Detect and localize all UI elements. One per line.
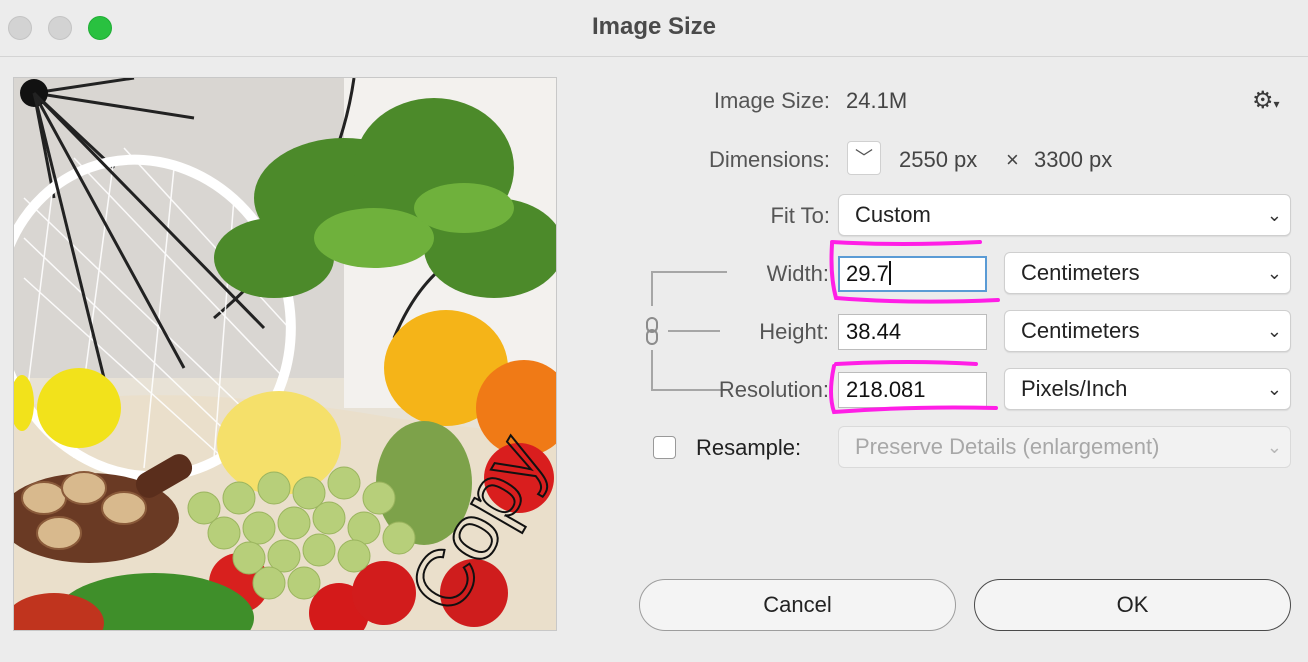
text-caret <box>888 261 891 285</box>
cancel-button[interactable]: Cancel <box>639 579 956 631</box>
width-value: 29.7 <box>846 261 889 286</box>
width-unit-value: Centimeters <box>1021 260 1140 285</box>
width-unit-select[interactable]: Centimeters ⌄ <box>1004 252 1291 294</box>
title-bar: Image Size <box>0 0 1308 57</box>
chevron-down-icon: ⌄ <box>1266 205 1282 225</box>
chevron-down-icon: ⌄ <box>1266 437 1282 457</box>
fit-to-label: Fit To: <box>770 203 830 228</box>
dimensions-width: 2550 px <box>899 147 978 172</box>
dimensions-times: × <box>1006 147 1019 172</box>
height-label: Height: <box>759 319 829 344</box>
fit-to-select[interactable]: Custom ⌄ <box>838 194 1291 236</box>
resample-checkbox[interactable] <box>653 436 676 459</box>
image-preview[interactable]: Copy <box>13 77 557 631</box>
chevron-down-icon: ⌄ <box>1266 263 1282 283</box>
gear-icon[interactable]: ⚙▾ <box>1252 86 1280 115</box>
resolution-value: 218.081 <box>846 377 926 402</box>
width-input[interactable]: 29.7 <box>838 256 987 292</box>
chevron-down-icon: ⌄ <box>1266 321 1282 341</box>
image-size-label: Image Size: <box>713 88 830 113</box>
resolution-label: Resolution: <box>718 377 829 402</box>
height-unit-value: Centimeters <box>1021 318 1140 343</box>
resample-label: Resample: <box>696 435 802 460</box>
height-value: 38.44 <box>846 319 902 344</box>
width-label: Width: <box>766 261 829 286</box>
resolution-unit-select[interactable]: Pixels/Inch ⌄ <box>1004 368 1291 410</box>
dimensions-height: 3300 px <box>1034 147 1113 172</box>
preview-image: Copy <box>14 78 556 630</box>
resample-method-value: Preserve Details (enlargement) <box>855 434 1160 459</box>
dimensions-label: Dimensions: <box>708 147 830 172</box>
height-unit-select[interactable]: Centimeters ⌄ <box>1004 310 1291 352</box>
resample-method-select[interactable]: Preserve Details (enlargement) ⌄ <box>838 426 1291 468</box>
resolution-input[interactable]: 218.081 <box>838 372 987 408</box>
ok-button[interactable]: OK <box>974 579 1291 631</box>
image-size-value: 24.1M <box>846 88 908 113</box>
height-input[interactable]: 38.44 <box>838 314 987 350</box>
window-title: Image Size <box>591 13 717 40</box>
chevron-down-icon[interactable]: ﹀ <box>847 141 881 175</box>
chevron-down-icon: ⌄ <box>1266 379 1282 399</box>
resolution-unit-value: Pixels/Inch <box>1021 376 1128 401</box>
fit-to-value: Custom <box>855 202 931 227</box>
